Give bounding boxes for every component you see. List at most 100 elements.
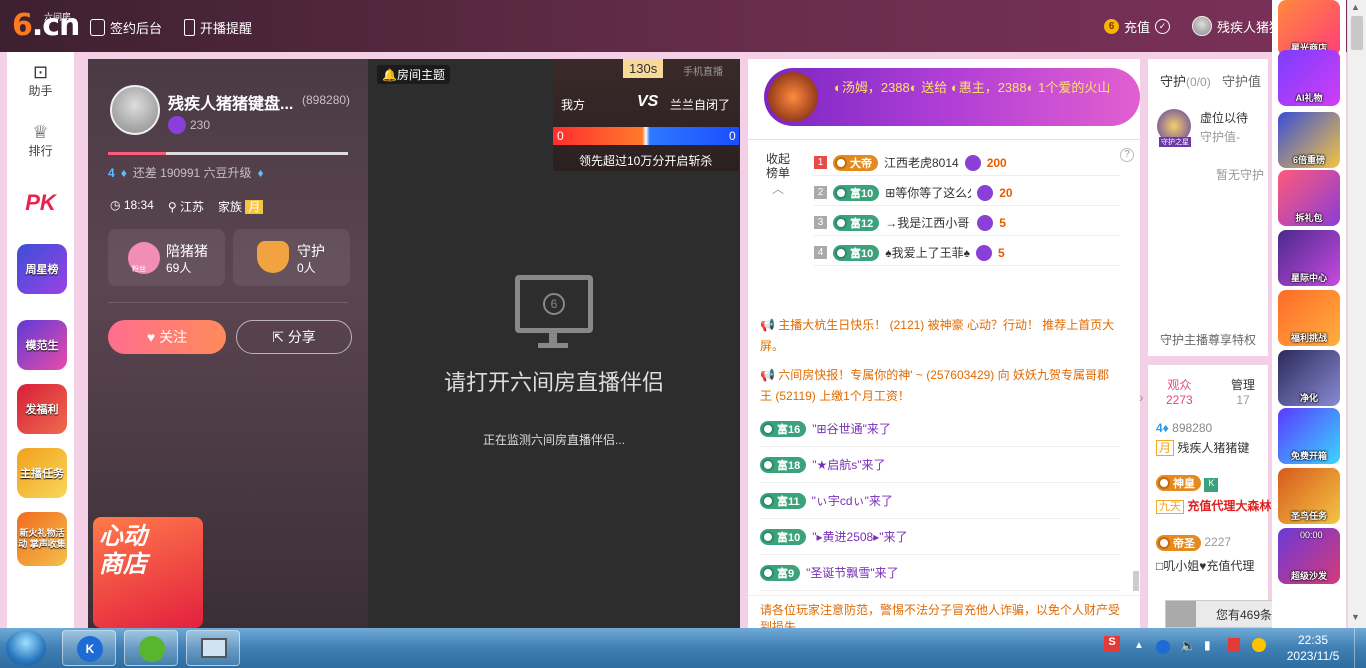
rank-row[interactable]: 2 富10 ⊞等你等了这么久| 20 [814,180,1120,206]
page-scrollbar[interactable]: ▲ ▼ [1347,0,1366,628]
family-tag[interactable]: 月 [245,200,264,214]
rail-ranking[interactable]: ♕ 排行 [7,122,74,159]
chat-scrollbar[interactable] [1133,571,1139,591]
user-avatar [1192,16,1212,36]
activity-item[interactable]: 免费开箱 [1278,408,1340,464]
user-entry-message[interactable]: 富16 "⊞谷世通"来了 [760,411,1120,447]
charm-row: 230 [168,116,210,134]
user-entry-message[interactable]: 富10 "▸黄进2508▸"来了 [760,519,1120,555]
no-guard-text: 暂无守护 [1216,168,1265,182]
start-button[interactable] [6,630,46,666]
network-icon[interactable]: ▮ [1204,638,1211,652]
tab-guard-value[interactable]: 守护值 [1222,71,1261,90]
rail-ranking-label: 排行 [28,144,53,158]
activity-item[interactable]: 星际中心 [1278,230,1340,286]
computer-app-icon [201,638,227,658]
rank-collapse-button[interactable]: 收起榜单 [766,152,792,180]
rank-number: 4 [814,246,827,259]
system-clock[interactable]: 22:35 2023/11/5 [1282,632,1344,664]
info-row: ◷ 18:34 ⚲ 江苏 家族 月 [110,198,264,215]
rail-star-list[interactable]: 周星榜 [17,244,67,294]
gift-banner-text: ◐汤姆，2388◐ 送给 ◐惠主，2388◐ 1个爱的火山 [834,80,1111,95]
room-topic-tag[interactable]: 🔔房间主题 [377,65,450,84]
guard-privilege-link[interactable]: 守护主播尊享特权 [1160,331,1256,348]
level-progress-track [108,152,348,155]
location-info: ⚲ 江苏 [167,200,205,214]
activity-item[interactable]: 福利挑战 [1278,290,1340,346]
activity-bar: 星光商店 AI礼物 6倍重磅 拆礼包 星际中心 福利挑战 净化 免费开箱 圣鸟任务 超级沙发 00:… [1272,0,1346,628]
audience-user-1-name[interactable]: 九天 充值代理大森林 [1156,497,1271,514]
guard-value-label: 守护值- [1200,130,1240,144]
collapse-left-icon[interactable]: › [1139,389,1144,405]
taskbar-app-refresh[interactable] [124,630,178,666]
user-menu[interactable]: 残疾人猪猪 [1192,16,1282,36]
tab-audience[interactable]: 观众 2273 [1166,376,1193,407]
activity-item[interactable]: AI礼物 [1278,50,1340,106]
sofa-timer: 00:00 [1300,530,1323,540]
level-from: 4 [108,165,115,180]
taskbar-app-k[interactable]: K [62,630,116,666]
rail-model-student[interactable]: 模范生 [17,320,67,370]
show-desktop-button[interactable] [1354,628,1366,668]
tray-s-icon[interactable]: S [1104,636,1120,652]
user-entry-message[interactable]: 富9 "圣诞节飘雪"来了 [760,555,1120,591]
activity-item[interactable]: 星光商店 [1278,0,1340,56]
rank-row[interactable]: 1 大帝 江西老虎8014 200 [814,150,1120,176]
rail-new-gift[interactable]: 新火礼物活动 掌声收集 [17,512,67,566]
rail-assistant[interactable]: ⊡ 助手 [7,62,74,99]
time-info: ◷ 18:34 [110,198,154,212]
host-id: 898280 [1172,421,1213,435]
tab-manage[interactable]: 管理 17 [1231,376,1255,407]
user-level-badge: 富9 [760,564,801,581]
user-entry-message[interactable]: 富18 "★启航s"来了 [760,447,1120,483]
scroll-down-arrow[interactable]: ▼ [1351,612,1360,622]
entry-text: "⊞谷世通"来了 [812,422,891,436]
tab-guard[interactable]: 守护(0/0) [1160,71,1211,90]
pin-icon: ⚲ [167,200,177,214]
activity-item[interactable]: 净化 [1278,350,1340,406]
tray-red-icon[interactable] [1228,638,1240,652]
activity-item[interactable]: 6倍重磅 [1278,112,1340,168]
audience-user-2[interactable]: 帝圣 2227 [1156,535,1231,551]
guard-card[interactable]: 守护 0人 [233,229,350,286]
host-avatar[interactable] [110,85,160,135]
host-family-tag: 月 [1156,440,1175,456]
heart-shop-banner[interactable]: 心动商店 [93,517,203,628]
tray-k-icon[interactable] [1156,640,1170,654]
tray-yellow-icon[interactable] [1252,638,1266,652]
system-notice: 📢 六间房快报！专属你的神' ~ (257603429) 向 妖妖九贺专属哥郡王… [760,368,1109,403]
rank-row[interactable]: 4 富10 ♠我爱上了王菲♠ 5 [814,240,1120,266]
guard-panel: 守护(0/0) 守护值 守护之星 虚位以待 守护值- 暂无守护 守护主播尊享特权 [1148,59,1268,356]
scroll-thumb[interactable] [1351,16,1363,50]
sign-console-link[interactable]: 签约后台 [90,18,162,37]
guard-star-label: 守护之星 [1159,137,1191,147]
taskbar-app-computer[interactable] [186,630,240,666]
follow-button[interactable]: ♥ 关注 [108,320,226,354]
help-icon[interactable]: ? [1120,148,1134,162]
stage-placeholder-sub: 正在监测六间房直播伴侣... [482,433,625,447]
rail-pk[interactable]: PK [7,190,74,216]
audience-user-1[interactable]: 神皇 K [1156,475,1219,493]
rank-row[interactable]: 3 富12 →我是江西小哥→ 5 [814,210,1120,236]
host-row-bottom[interactable]: 月 残疾人猪猪键 [1156,439,1249,456]
audience-user-2-name[interactable]: □叽小姐♥充值代理 [1156,557,1254,574]
tray-expand-icon[interactable]: ▲ [1134,640,1144,651]
rail-host-task[interactable]: 主播任务 [17,448,67,498]
site-logo[interactable]: 6.cn 六间房 [12,8,80,43]
scroll-up-arrow[interactable]: ▲ [1351,2,1360,12]
activity-item[interactable]: 圣鸟任务 [1278,468,1340,524]
user-entry-message[interactable]: 富11 "ぃ宇cdぃ"来了 [760,483,1120,519]
rail-red-packet[interactable]: 发福利 [17,384,67,434]
gift-banner[interactable]: ◐汤姆，2388◐ 送给 ◐惠主，2388◐ 1个爱的火山 [764,68,1140,126]
crown-icon: ♕ [32,122,49,142]
recharge-button[interactable]: 6 充值 ✓ [1104,17,1171,36]
chevron-up-icon[interactable]: ︿ [772,180,784,197]
share-button[interactable]: ⇱ 分享 [236,320,352,354]
activity-item[interactable]: 拆礼包 [1278,170,1340,226]
host-row-top: 4♦ 898280 [1156,421,1212,435]
entry-text: "▸黄进2508▸"来了 [812,530,908,544]
volume-icon[interactable]: 🔈 [1180,638,1196,654]
live-reminder-link[interactable]: 开播提醒 [184,18,252,37]
pk-score-bar [553,127,739,145]
fans-club-card[interactable]: 粉丝 陪猪猪 69人 [108,229,225,286]
